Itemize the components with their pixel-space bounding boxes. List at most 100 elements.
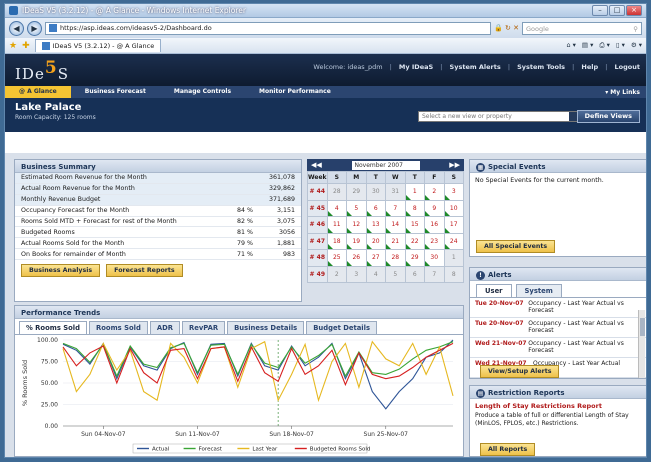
forecast-reports-button[interactable]: Forecast Reports [106,264,183,278]
calendar-day[interactable]: 9 [425,200,444,216]
calendar-day[interactable]: 22 [405,233,424,249]
nav-my-ideas[interactable]: My IDeaS [399,63,433,71]
calendar-day[interactable]: 1 [444,250,463,266]
nav-system-alerts[interactable]: System Alerts [450,63,501,71]
home-icon[interactable]: ⌂ ▾ [566,41,575,50]
calendar-day[interactable]: 10 [444,200,463,216]
summary-label: On Books for remainder of Month [21,250,126,258]
calendar-week-number[interactable]: # 49 [308,266,327,282]
minimize-button[interactable]: – [592,5,608,16]
tab-rooms-sold[interactable]: Rooms Sold [89,321,148,334]
maximize-button[interactable]: □ [609,5,625,16]
calendar-week-number[interactable]: # 48 [308,250,327,266]
menu-manage-controls[interactable]: Manage Controls [160,86,245,98]
alert-row[interactable]: Tue 20-Nov-07 Occupancy - Last Year Actua… [470,318,646,338]
calendar-week-number[interactable]: # 47 [308,233,327,249]
los-report-link[interactable]: Length of Stay Restrictions Report [470,399,646,411]
search-icon[interactable]: ⚲ [633,25,638,33]
calendar-day[interactable]: 13 [366,217,386,233]
calendar-day[interactable]: 3 [444,184,463,200]
calendar-day[interactable]: 20 [366,233,386,249]
tab-business-details[interactable]: Business Details [227,321,305,334]
calendar-day[interactable]: 5 [386,266,405,282]
menu-monitor-performance[interactable]: Monitor Performance [245,86,345,98]
tab-rooms-sold[interactable]: % Rooms Sold [19,321,88,334]
calendar-day[interactable]: 28 [386,250,405,266]
menu-at-a-glance[interactable]: @ A Glance [5,86,71,98]
calendar-day[interactable]: 15 [405,217,424,233]
calendar-day[interactable]: 23 [425,233,444,249]
calendar-day[interactable]: 1 [405,184,424,200]
all-special-events-button[interactable]: All Special Events [476,240,556,253]
calendar-day[interactable]: 30 [366,184,386,200]
prev-month-icon[interactable]: ◀◀ [311,161,322,169]
calendar-day[interactable]: 4 [366,266,386,282]
alerts-scrollbar[interactable] [638,310,645,378]
calendar-day[interactable]: 3 [347,266,366,282]
calendar-week-number[interactable]: # 46 [308,217,327,233]
calendar-day[interactable]: 7 [425,266,444,282]
tab-user[interactable]: User [476,284,512,297]
calendar-day[interactable]: 6 [405,266,424,282]
calendar-day[interactable]: 21 [386,233,405,249]
my-links[interactable]: ▾ My Links [605,89,646,96]
alert-row[interactable]: Tue 20-Nov-07 Occupancy - Last Year Actua… [470,298,646,318]
calendar-day[interactable]: 7 [386,200,405,216]
calendar-day[interactable]: 26 [347,250,366,266]
back-icon[interactable]: ◀ [9,20,24,36]
calendar-day[interactable]: 16 [425,217,444,233]
calendar-day[interactable]: 28 [327,184,347,200]
calendar-day[interactable]: 12 [347,217,366,233]
all-reports-button[interactable]: All Reports [480,443,536,456]
calendar-day[interactable]: 18 [327,233,347,249]
add-favorites-icon[interactable]: ✚ [22,41,30,51]
calendar-day[interactable]: 24 [444,233,463,249]
business-analysis-button[interactable]: Business Analysis [21,264,101,278]
nav-help[interactable]: Help [581,63,598,71]
tools-menu-icon[interactable]: ⚙ ▾ [631,41,642,50]
calendar-day[interactable]: 17 [444,217,463,233]
calendar-day[interactable]: 2 [327,266,347,282]
tab-revpar[interactable]: RevPAR [181,321,226,334]
nav-logout[interactable]: Logout [615,63,640,71]
month-select[interactable]: November 2007 [351,160,420,170]
calendar-day[interactable]: 6 [366,200,386,216]
address-bar[interactable]: https://asp.ideas.com/ideasv5-2/Dashboar… [45,21,492,35]
calendar-week-number[interactable]: # 45 [308,200,327,216]
calendar-day[interactable]: 25 [327,250,347,266]
calendar-day[interactable]: 29 [405,250,424,266]
property-bar: Lake Palace Room Capacity: 125 rooms Sel… [5,98,646,132]
calendar-day[interactable]: 14 [386,217,405,233]
forward-icon[interactable]: ▶ [27,20,42,36]
calendar-day[interactable]: 2 [425,184,444,200]
menu-business-forecast[interactable]: Business Forecast [71,86,160,98]
print-icon[interactable]: ⎙ ▾ [599,41,610,50]
view-select[interactable]: Select a new view or property [418,111,580,122]
favorites-star-icon[interactable]: ★ [9,41,17,51]
tab-system[interactable]: System [515,284,562,297]
calendar-day[interactable]: 29 [347,184,366,200]
search-input[interactable]: Google ⚲ [522,21,642,35]
calendar-day[interactable]: 11 [327,217,347,233]
view-setup-alerts-button[interactable]: View/Setup Alerts [480,365,560,378]
browser-tab[interactable]: IDeaS V5 (3.2.12) - @ A Glance [34,39,162,52]
calendar-day[interactable]: 4 [327,200,347,216]
close-button[interactable]: × [626,5,642,16]
define-views-button[interactable]: Define Views [576,110,640,123]
next-month-icon[interactable]: ▶▶ [449,161,460,169]
nav-system-tools[interactable]: System Tools [517,63,565,71]
calendar-day[interactable]: 30 [425,250,444,266]
calendar-day[interactable]: 5 [347,200,366,216]
page-menu-icon[interactable]: ▯ ▾ [616,41,625,50]
calendar-day[interactable]: 8 [444,266,463,282]
tab-adr[interactable]: ADR [149,321,180,334]
calendar-week-number[interactable]: # 44 [308,184,327,200]
lock-icon[interactable]: 🔒 ↻ ✕ [494,24,519,32]
feeds-icon[interactable]: ▤ ▾ [582,41,593,50]
alert-row[interactable]: Wed 21-Nov-07 Occupancy - Last Year Actua… [470,338,646,358]
calendar-day[interactable]: 8 [405,200,424,216]
calendar-day[interactable]: 19 [347,233,366,249]
tab-budget-details[interactable]: Budget Details [306,321,377,334]
calendar-day[interactable]: 31 [386,184,405,200]
calendar-day[interactable]: 27 [366,250,386,266]
